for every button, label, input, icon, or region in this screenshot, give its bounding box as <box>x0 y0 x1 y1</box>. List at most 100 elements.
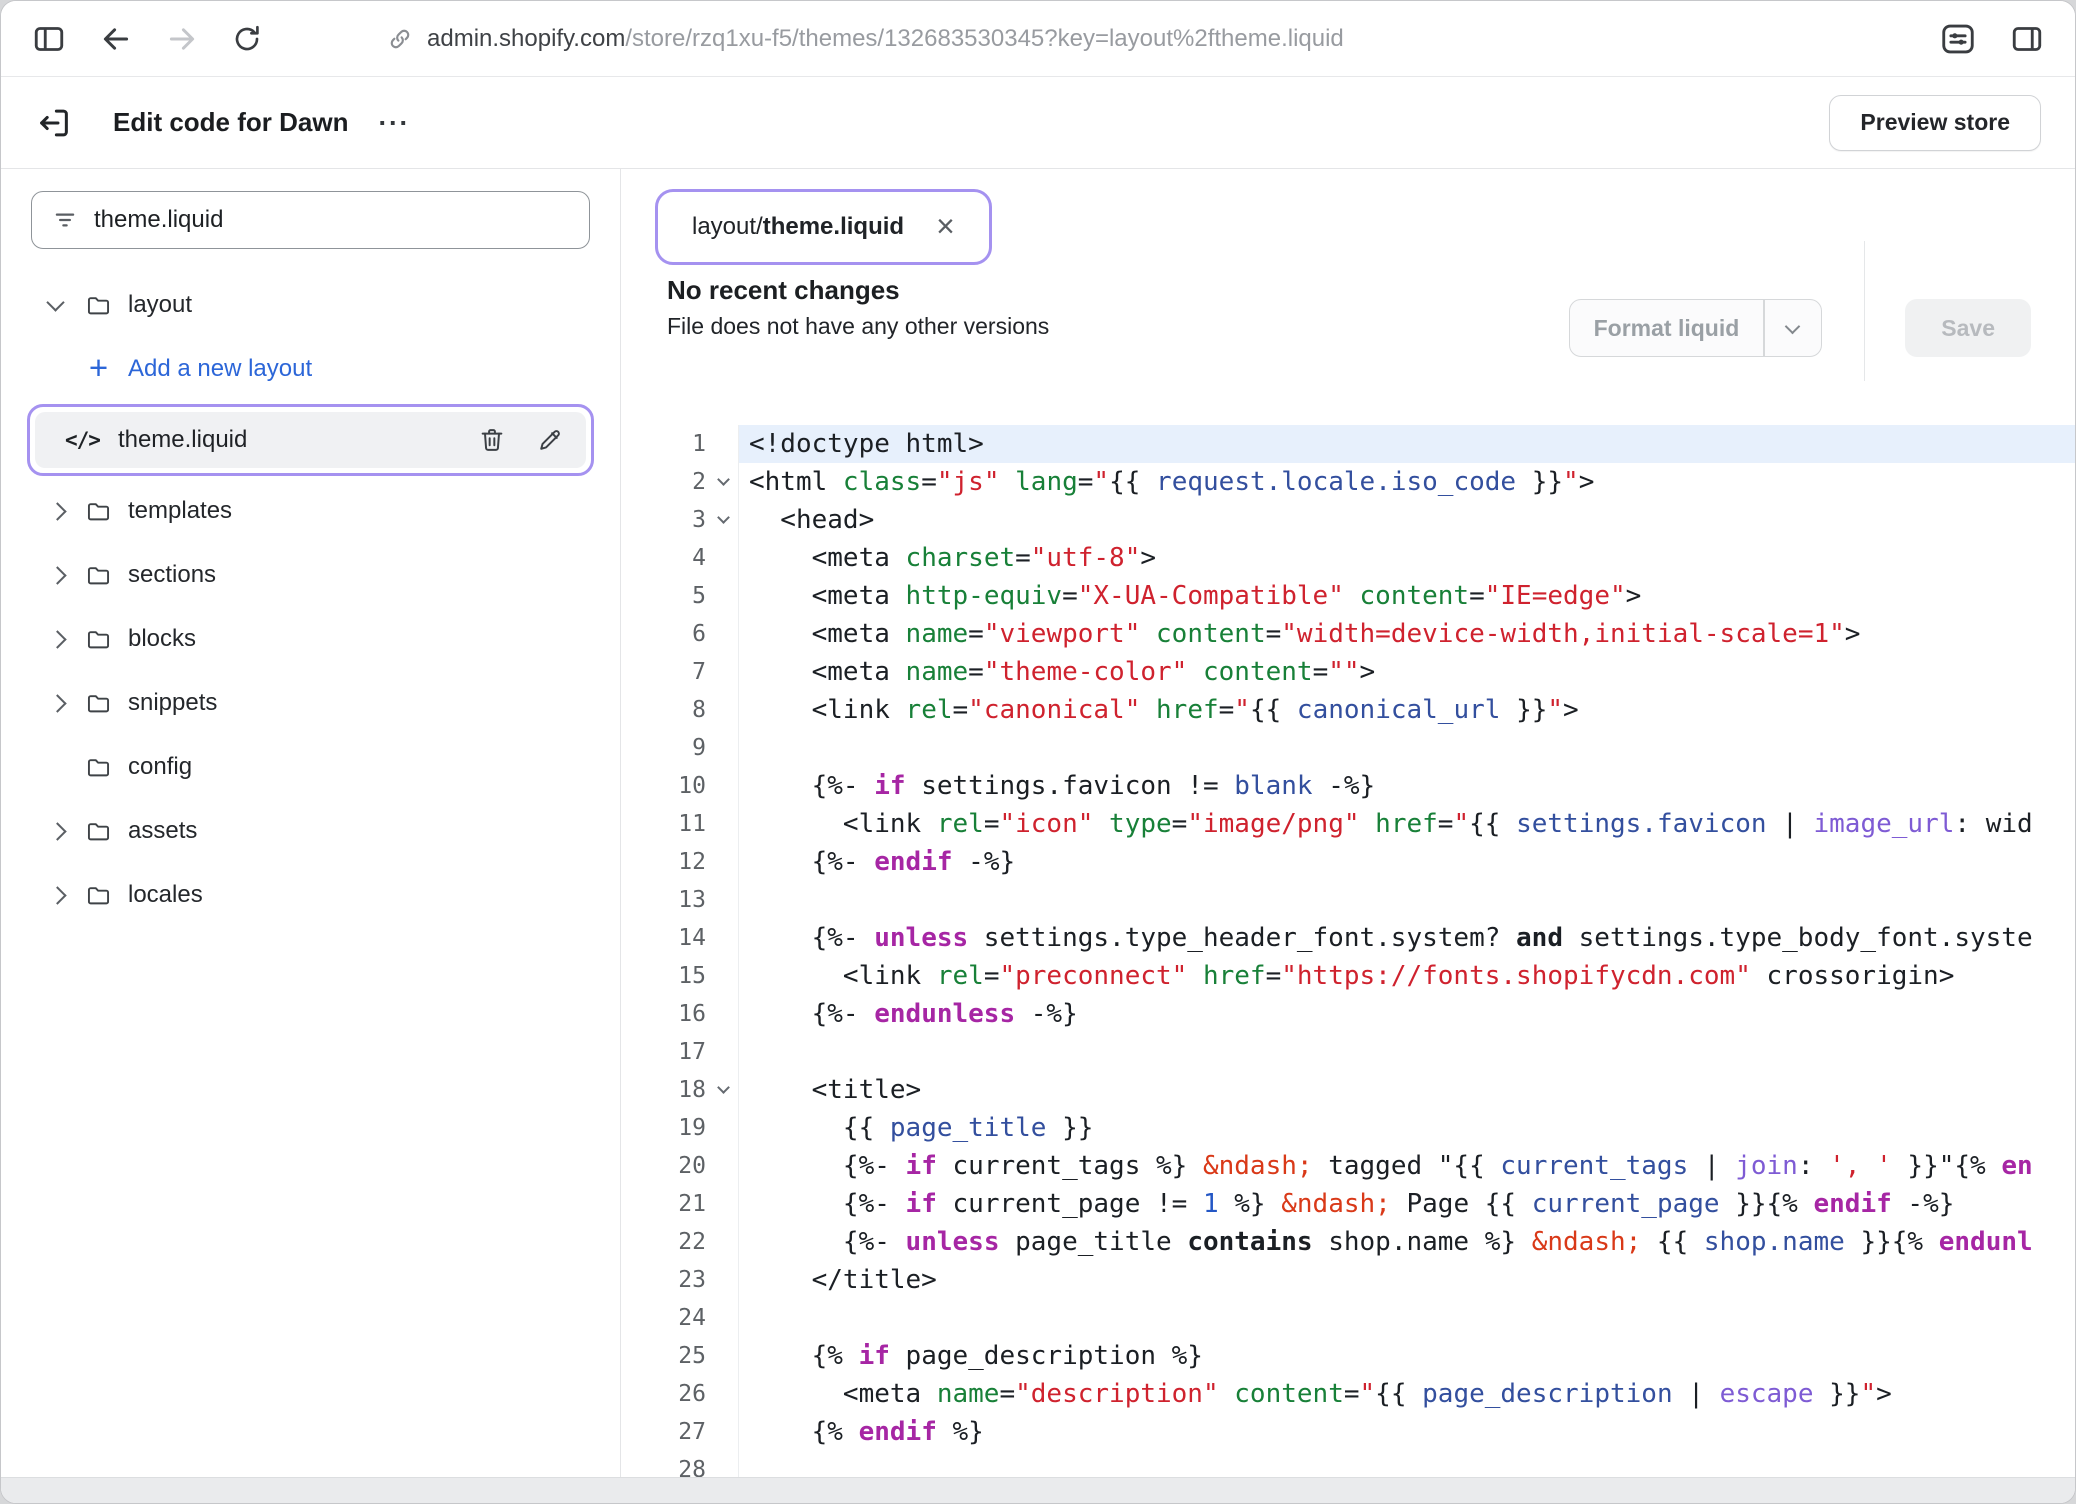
sidebar-item-blocks[interactable]: blocks <box>1 607 620 671</box>
code-line[interactable]: 24 <box>621 1299 2075 1337</box>
line-number: 16 <box>621 1001 706 1027</box>
add-new-layout-link[interactable]: +Add a new layout <box>1 337 620 401</box>
code-editor[interactable]: 1<!doctype html>2<html class="js" lang="… <box>621 425 2075 1477</box>
customize-icon[interactable] <box>1939 20 1977 58</box>
code-line[interactable]: 26 <meta name="description" content="{{ … <box>621 1375 2075 1413</box>
line-number: 2 <box>621 469 706 495</box>
code-line[interactable]: 17 <box>621 1033 2075 1071</box>
tab-highlight-ring: layout/theme.liquid × <box>655 189 992 265</box>
folder-icon <box>85 882 112 909</box>
code-line[interactable]: 4 <meta charset="utf-8"> <box>621 539 2075 577</box>
line-number: 10 <box>621 773 706 799</box>
code-line[interactable]: 1<!doctype html> <box>621 425 2075 463</box>
sidebar-item-templates[interactable]: templates <box>1 479 620 543</box>
save-button[interactable]: Save <box>1905 299 2031 357</box>
line-number: 19 <box>621 1115 706 1141</box>
line-number: 15 <box>621 963 706 989</box>
code-line[interactable]: 11 <link rel="icon" type="image/png" hre… <box>621 805 2075 843</box>
url-text: admin.shopify.com/store/rzq1xu-f5/themes… <box>427 25 1344 53</box>
folder-icon <box>85 562 112 589</box>
line-number: 27 <box>621 1419 706 1445</box>
code-file-icon: </> <box>65 428 100 452</box>
code-line[interactable]: 20 {%- if current_tags %} &ndash; tagged… <box>621 1147 2075 1185</box>
rename-file-button[interactable] <box>536 426 564 454</box>
chevron-right-icon[interactable] <box>49 889 75 902</box>
code-line[interactable]: 9 <box>621 729 2075 767</box>
code-line[interactable]: 21 {%- if current_page != 1 %} &ndash; P… <box>621 1185 2075 1223</box>
code-line[interactable]: 2<html class="js" lang="{{ request.local… <box>621 463 2075 501</box>
code-line[interactable]: 5 <meta http-equiv="X-UA-Compatible" con… <box>621 577 2075 615</box>
line-number: 13 <box>621 887 706 913</box>
sidebar-item-theme-liquid[interactable]: </>theme.liquid <box>35 412 586 468</box>
line-number: 12 <box>621 849 706 875</box>
format-liquid-button[interactable]: Format liquid <box>1569 299 1822 357</box>
code-line[interactable]: 7 <meta name="theme-color" content=""> <box>621 653 2075 691</box>
file-search[interactable] <box>31 191 590 249</box>
chevron-down-icon[interactable] <box>1765 325 1821 332</box>
line-number: 26 <box>621 1381 706 1407</box>
code-line[interactable]: 10 {%- if settings.favicon != blank -%} <box>621 767 2075 805</box>
code-line[interactable]: 13 <box>621 881 2075 919</box>
code-line[interactable]: 8 <link rel="canonical" href="{{ canonic… <box>621 691 2075 729</box>
sidebar-item-sections[interactable]: sections <box>1 543 620 607</box>
browser-sidebar-toggle-icon[interactable] <box>31 21 67 57</box>
fold-toggle-icon[interactable] <box>708 1088 738 1092</box>
status-title: No recent changes <box>667 275 1049 306</box>
code-line[interactable]: 18 <title> <box>621 1071 2075 1109</box>
back-icon[interactable] <box>99 22 133 56</box>
code-line[interactable]: 3 <head> <box>621 501 2075 539</box>
line-number: 9 <box>621 735 706 761</box>
chevron-right-icon[interactable] <box>49 569 75 582</box>
sidebar-item-layout[interactable]: layout <box>1 273 620 337</box>
chevron-right-icon[interactable] <box>49 825 75 838</box>
sidebar-item-assets[interactable]: assets <box>1 799 620 863</box>
selection-highlight-ring: </>theme.liquid <box>27 404 594 476</box>
code-line[interactable]: 22 {%- unless page_title contains shop.n… <box>621 1223 2075 1261</box>
code-line[interactable]: 15 <link rel="preconnect" href="https://… <box>621 957 2075 995</box>
delete-file-button[interactable] <box>478 426 506 454</box>
window-bottom-edge <box>1 1477 2075 1503</box>
forward-icon[interactable] <box>165 22 199 56</box>
code-line[interactable]: 19 {{ page_title }} <box>621 1109 2075 1147</box>
line-number: 25 <box>621 1343 706 1369</box>
code-line[interactable]: 12 {%- endif -%} <box>621 843 2075 881</box>
code-line[interactable]: 23 </title> <box>621 1261 2075 1299</box>
reload-icon[interactable] <box>231 23 263 55</box>
fold-toggle-icon[interactable] <box>708 518 738 522</box>
line-number: 8 <box>621 697 706 723</box>
code-line[interactable]: 6 <meta name="viewport" content="width=d… <box>621 615 2075 653</box>
folder-icon <box>85 754 112 781</box>
line-number: 17 <box>621 1039 706 1065</box>
code-line[interactable]: 25 {% if page_description %} <box>621 1337 2075 1375</box>
more-options-button[interactable]: ... <box>378 101 410 144</box>
folder-icon <box>85 292 112 319</box>
tab-prefix: layout/ <box>692 213 763 240</box>
panel-toggle-icon[interactable] <box>2009 21 2045 57</box>
chevron-down-icon[interactable] <box>49 301 75 309</box>
tab-name: theme.liquid <box>763 213 904 240</box>
tab-layout-theme-liquid[interactable]: layout/theme.liquid × <box>664 198 983 256</box>
chevron-right-icon[interactable] <box>49 633 75 646</box>
file-search-input[interactable] <box>94 206 569 234</box>
sidebar-item-snippets[interactable]: snippets <box>1 671 620 735</box>
fold-toggle-icon[interactable] <box>708 480 738 484</box>
sidebar-item-locales[interactable]: locales <box>1 863 620 927</box>
code-line[interactable]: 14 {%- unless settings.type_header_font.… <box>621 919 2075 957</box>
code-line[interactable]: 28 <box>621 1451 2075 1477</box>
chevron-right-icon[interactable] <box>49 505 75 518</box>
code-line[interactable]: 16 {%- endunless -%} <box>621 995 2075 1033</box>
version-status: No recent changes File does not have any… <box>667 275 1049 340</box>
app-window: admin.shopify.com/store/rzq1xu-f5/themes… <box>0 0 2076 1504</box>
code-line[interactable]: 27 {% endif %} <box>621 1413 2075 1451</box>
line-number: 3 <box>621 507 706 533</box>
chevron-right-icon[interactable] <box>49 697 75 710</box>
sidebar-item-config[interactable]: config <box>1 735 620 799</box>
line-number: 6 <box>621 621 706 647</box>
link-icon <box>387 26 413 52</box>
exit-button[interactable] <box>35 104 73 142</box>
address-bar[interactable]: admin.shopify.com/store/rzq1xu-f5/themes… <box>387 25 1344 53</box>
folder-icon <box>85 690 112 717</box>
close-tab-icon[interactable]: × <box>936 214 955 240</box>
preview-store-button[interactable]: Preview store <box>1829 95 2041 151</box>
file-tree: layout+Add a new layout </>theme.liquid te… <box>1 273 620 927</box>
